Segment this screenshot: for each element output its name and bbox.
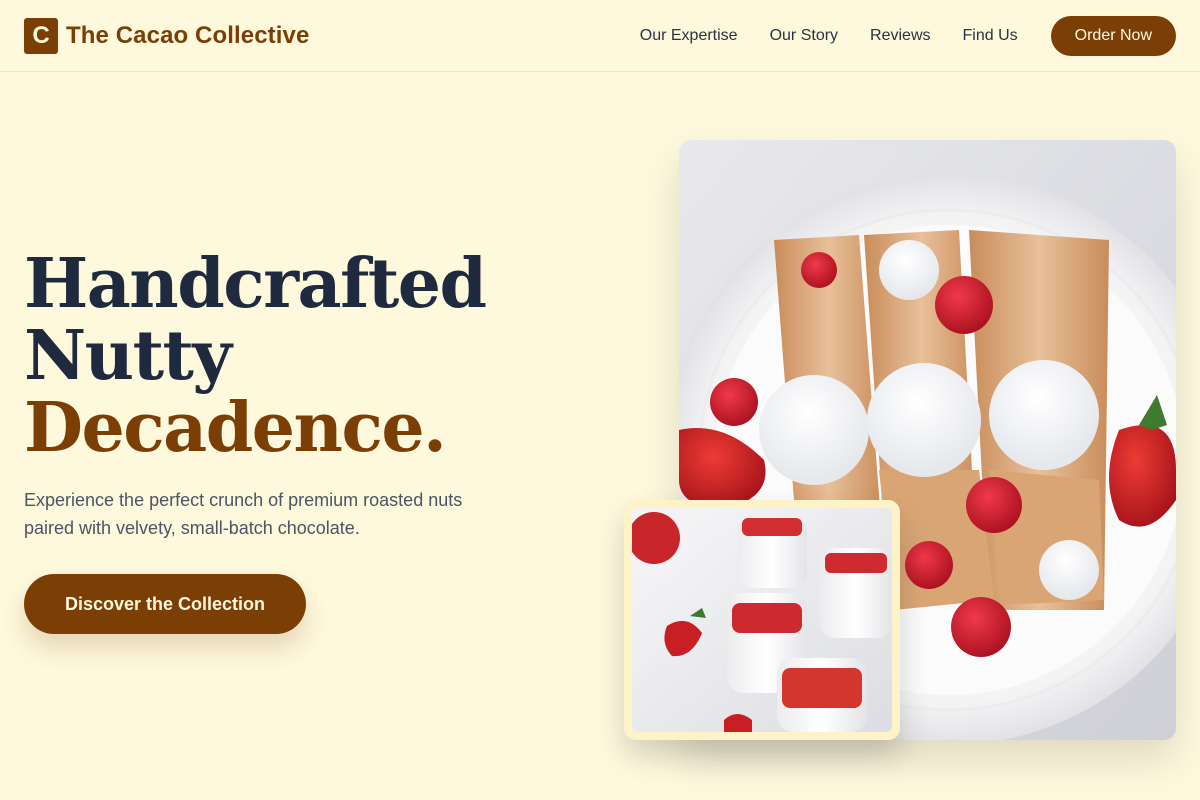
hero-title: Handcrafted Nutty Decadence.	[24, 244, 487, 468]
brand-name: The Cacao Collective	[66, 21, 310, 49]
hero-title-line-3: Decadence.	[24, 388, 447, 468]
inset-image-frame	[624, 500, 900, 740]
nav-link-our-expertise[interactable]: Our Expertise	[640, 27, 738, 45]
hero-title-line-1: Handcrafted	[24, 244, 487, 324]
order-now-button[interactable]: Order Now	[1050, 15, 1176, 56]
nav-link-reviews[interactable]: Reviews	[870, 27, 930, 45]
inset-dessert-image	[632, 508, 892, 732]
site-header: C The Cacao Collective Our Expertise Our…	[0, 0, 1200, 72]
brand[interactable]: C The Cacao Collective	[24, 17, 310, 54]
nav-link-our-story[interactable]: Our Story	[770, 27, 838, 45]
nav-link-find-us[interactable]: Find Us	[963, 27, 1018, 45]
hero-title-line-2: Nutty	[24, 316, 232, 396]
hero-subtitle: Experience the perfect crunch of premium…	[24, 490, 463, 538]
panna-cotta-photo-illustration	[632, 508, 892, 732]
main-nav: Our Expertise Our Story Reviews Find Us …	[640, 15, 1176, 56]
logo-icon: C	[24, 17, 58, 54]
discover-collection-button[interactable]: Discover the Collection	[24, 574, 306, 634]
